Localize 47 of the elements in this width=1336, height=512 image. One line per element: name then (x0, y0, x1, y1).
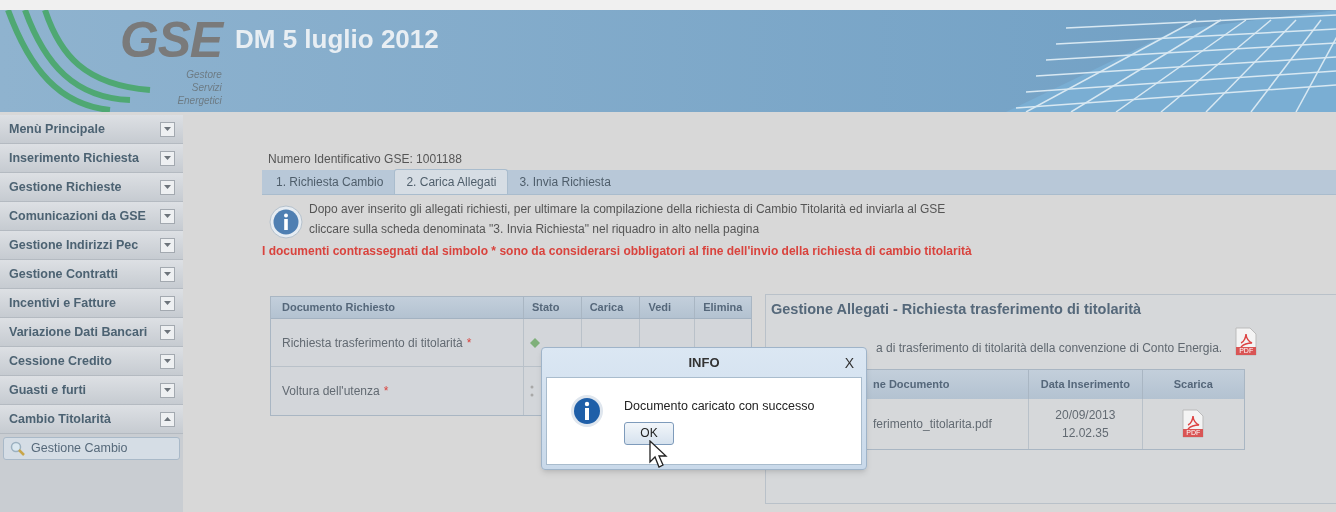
table-cell-text: 20/09/2013 (1055, 406, 1116, 424)
column-header: ne Documento (872, 377, 951, 392)
sidebar-item[interactable]: Gestione Richieste (0, 173, 183, 202)
panel-title: Gestione Allegati - Richiesta trasferimento di titolarità (771, 300, 1143, 319)
sidebar-item[interactable]: Variazione Dati Bancari (0, 318, 183, 347)
info-text: cliccare sulla scheda denominata "3. Invia Richiesta" nel riquadro in alto nella pagina (309, 221, 761, 238)
column-header: Carica (580, 297, 640, 318)
dialog-title: INFO (688, 353, 720, 372)
id-label: Numero Identificativo GSE: 1001188 (268, 151, 463, 166)
sidebar-item[interactable]: Gestione Contratti (0, 260, 183, 289)
sidebar-item[interactable]: Comunicazioni da GSE (0, 202, 183, 231)
sidebar-item[interactable]: Incentivi e Fatture (0, 289, 183, 318)
column-header: Data Inserimento (1028, 369, 1142, 399)
tab[interactable]: 3. Invia Richiesta (508, 170, 622, 194)
table-cell-text: Voltura dell'utenza (282, 383, 380, 400)
column-header: Stato (522, 297, 581, 318)
sidebar-item[interactable]: Gestione Indirizzi Pec (0, 231, 183, 260)
logo-subtitle: Energetici (177, 94, 222, 107)
column-header: Vedi (639, 297, 695, 318)
sidebar-item[interactable]: Cambio Titolarità (0, 405, 183, 434)
ok-button[interactable]: OK (624, 421, 674, 445)
page-title: DM 5 luglio 2012 (235, 23, 439, 56)
search-icon (10, 441, 25, 456)
logo-subtitle: Servizi (191, 81, 222, 94)
tab[interactable]: 2. Carica Allegati (394, 169, 509, 194)
sidebar-item[interactable]: Guasti e furti (0, 376, 183, 405)
dialog-message: Documento caricato con successo (624, 398, 815, 415)
column-header: Elimina (694, 297, 751, 318)
warning-text: I documenti contrassegnati dal simbolo * sono da considerarsi obbligatori al fine dell'invio della richiesta di cambio titolarità (262, 243, 973, 260)
sidebar-item[interactable]: Menù Principale (0, 115, 183, 144)
info-text: Dopo aver inserito gli allegati richiesti, per ultimare la compilazione della richiesta di Cambio Titolarità ed inviarla al GSE (309, 201, 946, 218)
logo-subtitle: Gestore (186, 68, 222, 81)
submenu-item[interactable]: Gestione Cambio (3, 437, 180, 460)
sidebar-item[interactable]: Inserimento Richiesta (0, 144, 183, 173)
table-cell-text: 12.02.35 (1062, 424, 1109, 442)
tab[interactable]: 1. Richiesta Cambio (265, 170, 395, 194)
info-icon (269, 205, 303, 239)
required-mark: * (383, 383, 389, 400)
required-mark: * (466, 334, 472, 352)
info-icon (570, 394, 604, 428)
close-button[interactable]: X (844, 353, 854, 374)
column-header: Scarica (1141, 369, 1244, 399)
column-header: Documento Richiesto (281, 300, 397, 316)
table-cell-text: Richiesta trasferimento di titolarità (282, 334, 463, 352)
description-text: a di trasferimento di titolarità della convenzione di Conto Energia. (876, 339, 1223, 357)
sidebar-item[interactable]: Cessione Credito (0, 347, 183, 376)
table-cell-text: ferimento_titolarita.pdf (873, 415, 992, 433)
